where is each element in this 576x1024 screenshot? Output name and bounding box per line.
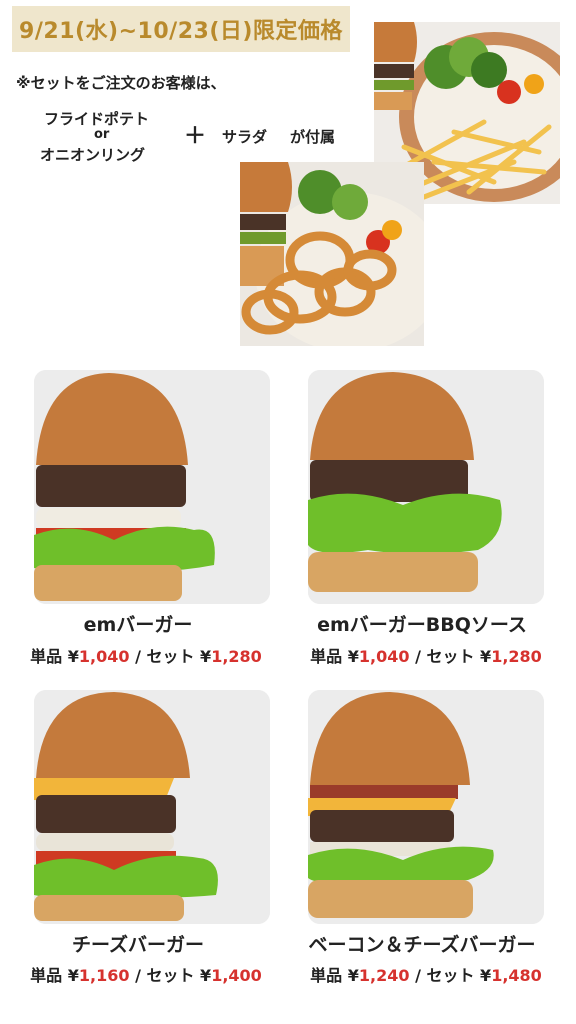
set-note: ※セットをご注文のお客様は、: [16, 74, 226, 92]
plus-sign: ＋: [184, 124, 207, 149]
product-name: emバーガーBBQソース: [317, 614, 527, 636]
product-price: 単品 ¥1,240 / セット ¥1,480: [310, 966, 542, 985]
product-price: 単品 ¥1,040 / セット ¥1,280: [310, 647, 542, 666]
product-name: emバーガー: [83, 614, 193, 636]
onion-rings-set-photo: [240, 162, 424, 346]
option-salad: サラダ: [222, 128, 268, 146]
product-photo: [34, 370, 270, 604]
product-photo: [34, 690, 270, 924]
product-price: 単品 ¥1,040 / セット ¥1,280: [30, 647, 262, 666]
product-name: チーズバーガー: [71, 934, 205, 956]
option-onion-rings: オニオンリング: [40, 146, 146, 164]
product-price: 単品 ¥1,160 / セット ¥1,400: [30, 966, 262, 985]
limited-period-badge: 9/21(水)~10/23(日)限定価格: [12, 6, 350, 52]
product-name: ベーコン＆チーズバーガー: [308, 934, 536, 956]
product-photo: [308, 370, 544, 604]
product-photo: [308, 690, 544, 924]
attached-text: が付属: [290, 128, 336, 146]
option-or: or: [94, 127, 110, 142]
option-fries: フライドポテト: [44, 110, 150, 128]
